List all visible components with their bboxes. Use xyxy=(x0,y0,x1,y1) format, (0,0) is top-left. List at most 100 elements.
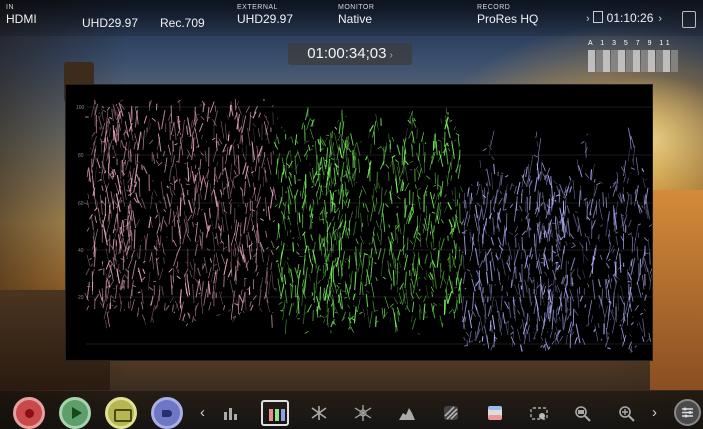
waveform-trace xyxy=(641,205,644,209)
chevron-right-icon[interactable]: › xyxy=(652,404,657,421)
waveform-trace xyxy=(497,237,502,246)
waveform-trace xyxy=(312,144,314,147)
waveform-trace xyxy=(439,208,442,221)
waveform-trace xyxy=(155,214,158,219)
waveform-luma-button[interactable] xyxy=(217,400,245,426)
zebra-button[interactable] xyxy=(437,400,465,426)
monitor-button[interactable] xyxy=(105,397,137,429)
settings-button[interactable] xyxy=(674,399,701,426)
waveform-trace xyxy=(554,199,557,202)
waveform-trace xyxy=(543,253,549,270)
waveform-trace xyxy=(112,125,115,141)
waveform-trace xyxy=(185,125,189,136)
input-status[interactable]: IN HDMI xyxy=(6,4,37,26)
waveform-trace xyxy=(397,256,402,269)
waveform-trace xyxy=(645,338,650,343)
waveform-trace xyxy=(452,198,455,202)
frame-guides-button[interactable] xyxy=(525,400,553,426)
audio-meter[interactable]: A 1 3 5 7 9 11 xyxy=(588,40,680,76)
waveform-trace xyxy=(455,215,461,234)
waveform-trace xyxy=(138,245,141,260)
waveform-trace xyxy=(191,171,195,184)
waveform-trace xyxy=(127,177,131,184)
tag-button[interactable] xyxy=(151,397,183,429)
waveform-trace xyxy=(504,208,507,211)
waveform-trace xyxy=(101,140,104,143)
svg-text:60: 60 xyxy=(78,201,84,207)
waveform-trace xyxy=(583,254,589,262)
waveform-trace xyxy=(120,199,123,203)
waveform-trace xyxy=(316,306,319,318)
waveform-trace xyxy=(426,175,431,180)
waveform-trace xyxy=(323,262,328,265)
waveform-trace xyxy=(258,289,262,306)
waveform-trace xyxy=(528,163,530,183)
zoom-button[interactable] xyxy=(569,400,597,426)
waveform-trace xyxy=(454,187,457,208)
record-button[interactable] xyxy=(13,397,45,429)
waveform-trace xyxy=(254,155,258,172)
waveform-trace xyxy=(370,143,372,154)
waveform-trace xyxy=(614,261,617,277)
waveform-trace xyxy=(170,193,173,206)
magnify-button[interactable] xyxy=(613,400,641,426)
waveform-trace xyxy=(464,199,467,209)
waveform-trace xyxy=(521,236,524,251)
waveform-trace xyxy=(460,186,463,193)
waveform-graph: 100 80 60 40 20 xyxy=(76,99,652,354)
waveform-trace xyxy=(150,192,153,209)
waveform-trace xyxy=(416,190,421,210)
waveform-trace xyxy=(160,216,164,232)
waveform-trace xyxy=(505,321,509,324)
waveform-trace xyxy=(123,274,129,280)
waveform-trace xyxy=(500,295,503,311)
rgb-parade-button[interactable] xyxy=(261,400,289,426)
battery-icon[interactable] xyxy=(682,11,696,28)
vectorscope-button[interactable] xyxy=(305,400,333,426)
waveform-trace xyxy=(396,233,398,244)
waveform-trace xyxy=(478,208,483,221)
waveform-trace xyxy=(448,117,451,121)
remaining-time[interactable]: › 01:10:26 › xyxy=(586,11,662,25)
timecode-display[interactable]: 01:00:34;03 › xyxy=(288,43,412,65)
waveform-trace xyxy=(460,254,463,266)
waveform-trace xyxy=(176,160,179,163)
waveform-trace xyxy=(98,291,103,302)
focus-peaking-button[interactable] xyxy=(349,400,377,426)
waveform-trace xyxy=(186,154,189,160)
waveform-trace xyxy=(130,249,136,258)
waveform-trace xyxy=(156,222,161,235)
rgb-parade-waveform[interactable]: 100 80 60 40 20 xyxy=(65,84,653,361)
waveform-trace xyxy=(94,215,97,224)
monitor-status[interactable]: MONITOR Native xyxy=(338,4,374,26)
waveform-trace xyxy=(307,304,312,313)
waveform-trace xyxy=(634,345,637,348)
waveform-trace xyxy=(138,200,143,208)
waveform-trace xyxy=(445,278,449,293)
frame-guides-icon xyxy=(530,407,548,420)
waveform-trace xyxy=(603,305,608,323)
waveform-trace xyxy=(497,318,502,336)
play-button[interactable] xyxy=(59,397,91,429)
waveform-trace xyxy=(392,307,397,327)
external-status[interactable]: EXTERNAL UHD29.97 xyxy=(237,4,293,26)
false-color-button[interactable] xyxy=(481,400,509,426)
histogram-button[interactable] xyxy=(393,400,421,426)
waveform-trace xyxy=(178,145,181,164)
chevron-left-icon[interactable]: ‹ xyxy=(200,404,205,421)
waveform-trace xyxy=(463,255,465,270)
waveform-trace xyxy=(479,160,481,168)
waveform-trace xyxy=(294,189,299,200)
waveform-trace xyxy=(448,162,452,174)
waveform-trace xyxy=(429,191,435,209)
waveform-trace xyxy=(245,202,248,215)
waveform-trace xyxy=(247,231,251,241)
waveform-trace xyxy=(573,309,579,316)
record-status[interactable]: RECORD ProRes HQ xyxy=(477,4,538,26)
waveform-trace xyxy=(237,106,242,115)
waveform-trace xyxy=(605,279,608,285)
waveform-trace xyxy=(605,262,610,269)
waveform-trace xyxy=(364,203,369,213)
waveform-trace xyxy=(302,304,306,325)
waveform-trace xyxy=(347,304,350,309)
